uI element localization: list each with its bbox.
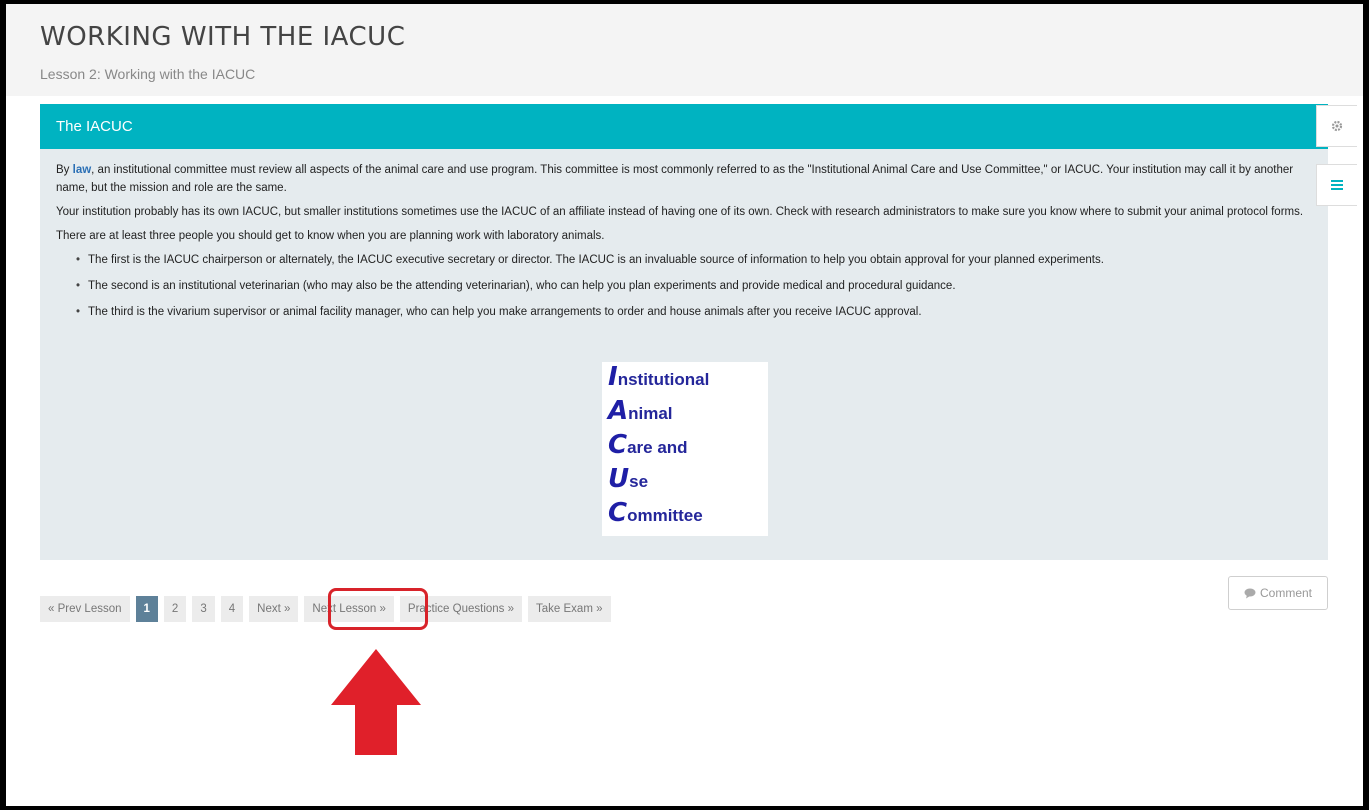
take-exam-button[interactable]: Take Exam » (528, 596, 611, 622)
page-title: WORKING WITH THE IACUC (40, 22, 406, 52)
page-4-button[interactable]: 4 (220, 596, 244, 622)
acronym-word: ommittee (627, 506, 703, 525)
acronym-word: nstitutional (617, 370, 710, 389)
lesson-pagination: « Prev Lesson 1 2 3 4 Next » Next Lesson… (40, 596, 611, 622)
red-arrow-up-icon (331, 649, 421, 755)
acronym-word: nimal (628, 404, 673, 423)
acronym-letter: A (608, 396, 629, 426)
page-3-button[interactable]: 3 (192, 596, 215, 622)
acronym-line: Institutional (608, 362, 709, 392)
lesson-subtitle: Lesson 2: Working with the IACUC (40, 66, 256, 82)
acronym-line: Care and (608, 430, 688, 460)
gear-icon (1331, 120, 1343, 132)
iacuc-acronym-image: Institutional Animal Care and Use Commit… (602, 362, 768, 536)
prev-lesson-button[interactable]: « Prev Lesson (40, 596, 130, 622)
acronym-letter: C (608, 430, 628, 460)
acronym-letter: C (608, 498, 628, 528)
lesson-panel: The IACUC By law, an institutional commi… (40, 104, 1328, 560)
settings-button[interactable] (1316, 105, 1357, 147)
next-page-button[interactable]: Next » (249, 596, 299, 622)
list-icon (1331, 180, 1343, 190)
acronym-letter: U (608, 464, 630, 494)
people-list: The first is the IACUC chairperson or al… (56, 251, 1312, 321)
acronym-word: se (629, 472, 649, 491)
list-item: The third is the vivarium supervisor or … (76, 303, 1312, 321)
comment-button[interactable]: Comment (1228, 576, 1328, 610)
acronym-letter: I (608, 362, 618, 392)
panel-body: By law, an institutional committee must … (40, 149, 1328, 321)
page-1-button[interactable]: 1 (135, 596, 158, 622)
paragraph-1-prefix: By (56, 164, 73, 176)
law-link[interactable]: law (73, 164, 92, 176)
paragraph-3: There are at least three people you shou… (56, 230, 605, 242)
comment-label: Comment (1259, 586, 1312, 600)
paragraph-1: By law, an institutional committee must … (56, 161, 1312, 197)
course-header: WORKING WITH THE IACUC Lesson 2: Working… (6, 4, 1363, 96)
panel-title: The IACUC (40, 104, 1328, 149)
paragraph-1-text: , an institutional committee must review… (56, 164, 1294, 194)
acronym-line: Committee (608, 498, 703, 528)
app-frame: WORKING WITH THE IACUC Lesson 2: Working… (6, 4, 1363, 806)
speech-bubble-icon (1244, 588, 1256, 598)
list-item: The first is the IACUC chairperson or al… (76, 251, 1312, 269)
acronym-line: Use (608, 464, 648, 494)
lesson-menu-button[interactable] (1316, 164, 1357, 206)
list-item: The second is an institutional veterinar… (76, 277, 1312, 295)
page-2-button[interactable]: 2 (163, 596, 187, 622)
paragraph-2: Your institution probably has its own IA… (56, 206, 1304, 218)
acronym-word: are and (627, 438, 688, 457)
acronym-line: Animal (608, 396, 673, 426)
next-lesson-highlight (328, 588, 428, 630)
